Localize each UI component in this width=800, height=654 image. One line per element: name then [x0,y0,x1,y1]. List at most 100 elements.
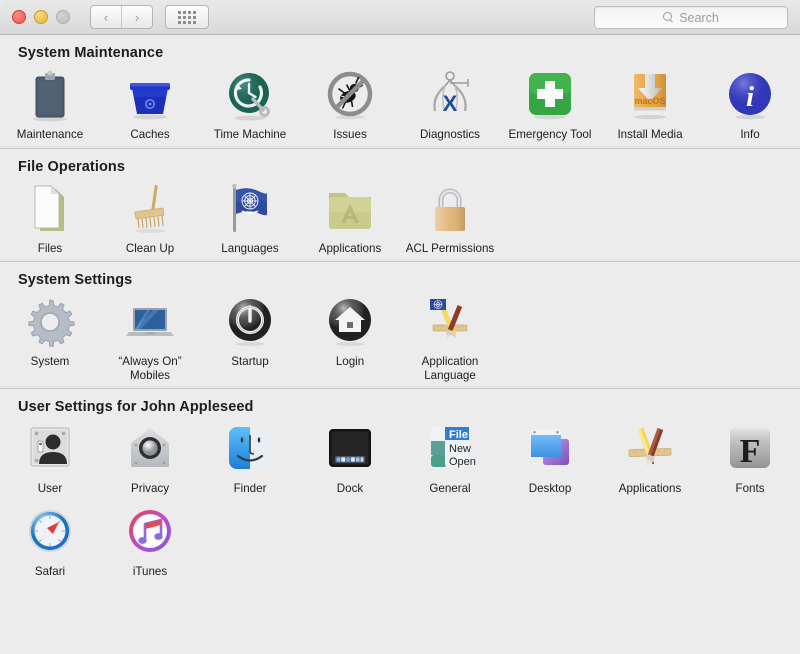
item-applications-folder[interactable]: Applications [300,179,400,262]
nav-segmented-control: ‹ › [90,5,153,29]
item-clean-up[interactable]: Clean Up [100,179,200,262]
section-user-settings: User Settings for John Appleseed User Pr… [0,388,800,584]
item-always-on-mobiles[interactable]: “Always On” Mobiles [100,292,200,388]
svg-text:F: F [740,433,761,470]
grid-icon [178,10,196,24]
item-label: General [429,482,471,495]
un-flag-icon [223,183,277,237]
item-desktop[interactable]: Desktop [500,419,600,502]
forward-button[interactable]: › [121,6,152,28]
laptop-icon [123,296,177,350]
section-file-operations: File Operations Files Clean Up Languages… [0,147,800,262]
safari-compass-icon [23,506,77,560]
user-silhouette-icon [23,423,77,477]
item-label: Fonts [735,482,765,495]
item-info[interactable]: i Info [700,65,800,148]
app-language-icon [423,296,477,350]
item-label: Diagnostics [420,128,480,141]
info-circle-icon: i [723,69,777,123]
item-label: Desktop [528,482,572,495]
item-label: Clean Up [125,241,175,255]
item-label: Startup [231,355,269,368]
zoom-button[interactable] [56,10,70,24]
item-label: Privacy [130,482,169,495]
item-label: Dock [336,482,364,495]
item-label: Maintenance [16,128,84,141]
back-button[interactable]: ‹ [91,6,121,28]
item-time-machine[interactable]: Time Machine [200,65,300,148]
no-bug-icon [323,69,377,123]
item-itunes[interactable]: iTunes [100,502,200,585]
search-placeholder: Search [679,10,719,25]
item-label: Applications [618,482,682,495]
item-diagnostics[interactable]: X Diagnostics [400,65,500,148]
item-finder[interactable]: Finder [200,419,300,502]
app-window: ‹ › Search System Maintenance Maintenanc… [0,0,800,654]
general-menu-icon: File New Open [423,423,477,477]
caliper-x-icon: X [423,69,477,123]
item-languages[interactable]: Languages [200,179,300,262]
install-media-icon: macOS [623,69,677,123]
privacy-security-icon [123,423,177,477]
section-system-maintenance: System Maintenance Maintenance Caches Ti… [0,35,800,148]
icon-grid: Files Clean Up Languages Applications AC… [0,179,800,262]
item-label: Finder [233,482,267,495]
title-bar: ‹ › Search [0,0,800,35]
item-safari[interactable]: Safari [0,502,100,585]
item-system[interactable]: System [0,292,100,388]
app-store-tools-icon [623,423,677,477]
house-icon [323,296,377,350]
item-dock[interactable]: Dock [300,419,400,502]
section-title: User Settings for John Appleseed [18,399,254,415]
time-machine-icon [223,69,277,123]
item-acl-permissions[interactable]: ACL Permissions [400,179,500,262]
content-area: System Maintenance Maintenance Caches Ti… [0,35,800,654]
item-label: Application Language [421,355,479,382]
item-label: Languages [221,241,279,255]
icon-grid: Maintenance Caches Time Machine Issues X… [0,65,800,148]
item-install-media[interactable]: macOS Install Media [600,65,700,148]
svg-text:File: File [449,429,468,441]
item-startup[interactable]: Startup [200,292,300,388]
traffic-lights [12,10,70,24]
item-maintenance[interactable]: Maintenance [0,65,100,148]
item-label: “Always On” Mobiles [118,355,182,382]
item-label: Files [37,241,63,255]
icon-grid: User Privacy Finder Dock File New Open G… [0,419,800,584]
svg-text:X: X [443,91,458,116]
svg-text:New: New [449,443,471,455]
power-button-icon [223,296,277,350]
icon-grid: System “Always On” Mobiles Startup Login… [0,292,800,388]
grid-view-button[interactable] [165,5,209,29]
close-button[interactable] [12,10,26,24]
item-applications-tools[interactable]: Applications [600,419,700,502]
item-caches[interactable]: Caches [100,65,200,148]
item-login[interactable]: Login [300,292,400,388]
itunes-note-icon [123,506,177,560]
section-title: System Settings [18,272,133,288]
svg-text:Open: Open [449,456,476,468]
desktop-windows-icon [523,423,577,477]
search-field[interactable]: Search [594,6,788,29]
item-label: Info [740,128,760,141]
item-emergency-tool[interactable]: Emergency Tool [500,65,600,148]
finder-face-icon [223,423,277,477]
item-user[interactable]: User [0,419,100,502]
item-fonts[interactable]: F Fonts [700,419,800,502]
item-files[interactable]: Files [0,179,100,262]
item-general[interactable]: File New Open General [400,419,500,502]
section-system-settings: System Settings System “Always On” Mobil… [0,261,800,388]
item-issues[interactable]: Issues [300,65,400,148]
item-label: Time Machine [213,128,287,141]
green-cross-icon [523,69,577,123]
item-label: Login [335,355,365,368]
minimize-button[interactable] [34,10,48,24]
blue-bin-icon [123,69,177,123]
document-icon [23,183,77,237]
item-label: System [30,355,70,368]
item-privacy[interactable]: Privacy [100,419,200,502]
item-label: Emergency Tool [508,128,592,141]
item-application-language[interactable]: Application Language [400,292,500,388]
fonts-f-icon: F [723,423,777,477]
padlock-icon [423,183,477,237]
